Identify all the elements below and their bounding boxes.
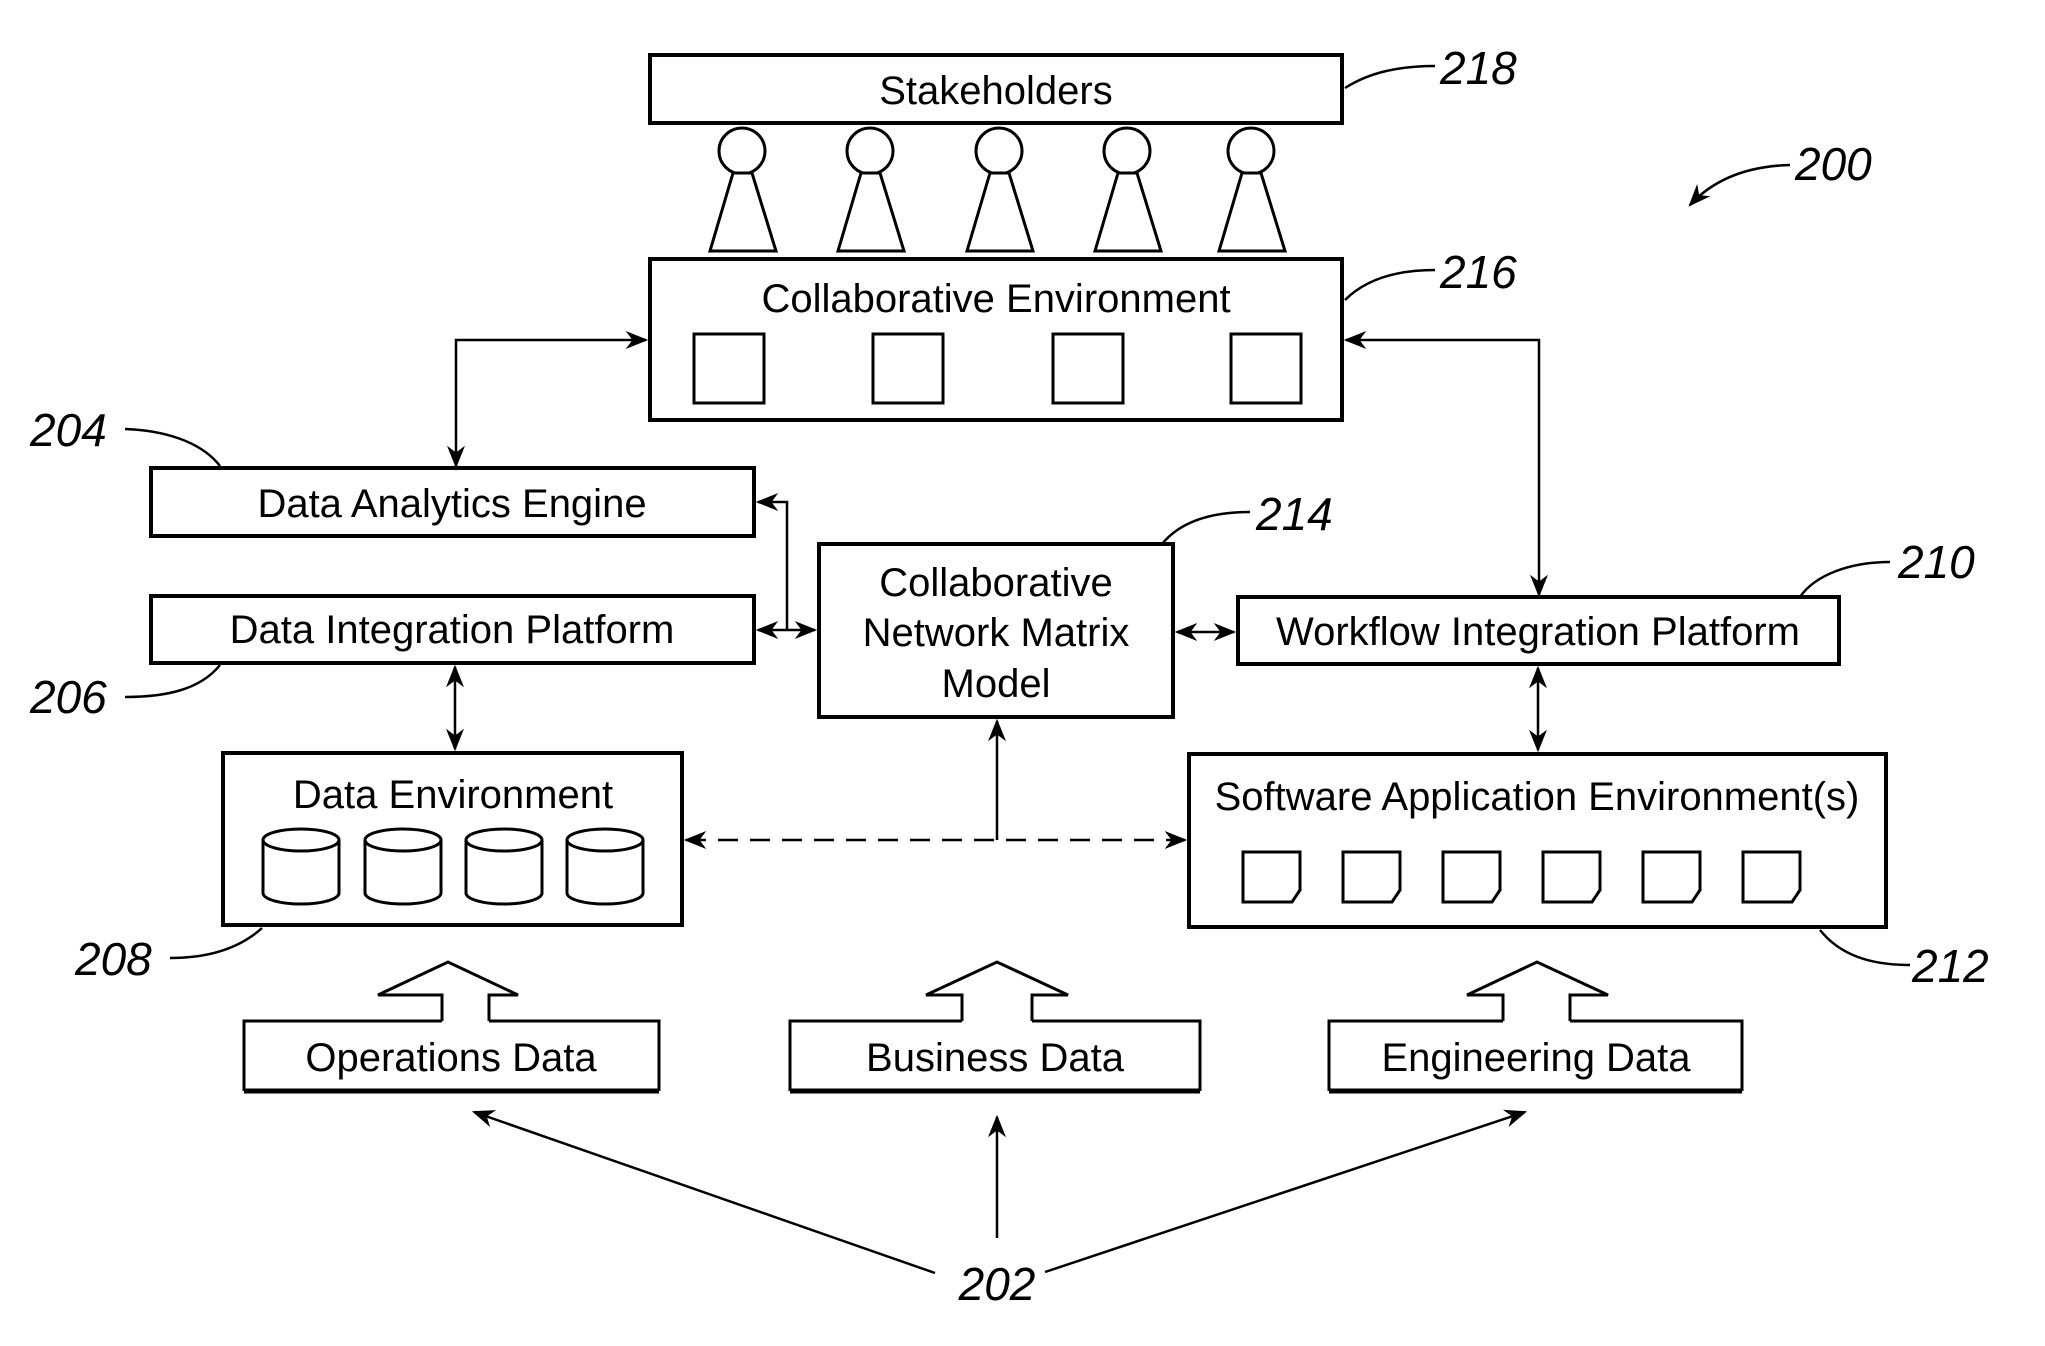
block-arrow-up-icon xyxy=(925,960,1069,1021)
ref-210: 210 xyxy=(1897,536,1975,588)
stakeholder-person-icon xyxy=(1216,126,1288,253)
network-matrix-line-1: Collaborative xyxy=(879,561,1112,605)
workflow-integration-platform-label: Workflow Integration Platform xyxy=(1276,610,1800,654)
data-analytics-engine-label: Data Analytics Engine xyxy=(257,482,646,526)
network-matrix-model-box: Collaborative Network Matrix Model xyxy=(817,542,1175,719)
software-application-environment-label: Software Application Environment(s) xyxy=(1215,775,1860,819)
ref-202: 202 xyxy=(958,1258,1036,1310)
data-environment-label: Data Environment xyxy=(293,773,613,817)
collaborative-environment-label: Collaborative Environment xyxy=(761,277,1230,321)
data-analytics-engine-box: Data Analytics Engine xyxy=(149,466,756,538)
business-data-box: Business Data xyxy=(788,1019,1202,1094)
software-application-environment-box: Software Application Environment(s) xyxy=(1187,752,1888,929)
ref-200: 200 xyxy=(1794,138,1872,190)
leader-200 xyxy=(1688,163,1791,207)
document-icon xyxy=(1441,850,1502,904)
engineering-data-box: Engineering Data xyxy=(1327,1019,1744,1094)
stakeholder-person-icon xyxy=(707,126,779,253)
collaborative-environment-box: Collaborative Environment xyxy=(648,257,1344,422)
stakeholder-person-icon xyxy=(964,126,1036,253)
connector-analytics-matrix xyxy=(755,493,789,630)
ref-216: 216 xyxy=(1439,246,1517,298)
network-matrix-line-3: Model xyxy=(942,662,1051,706)
ref-214: 214 xyxy=(1255,488,1333,540)
database-icon xyxy=(565,827,645,906)
leader-206 xyxy=(124,664,221,699)
leader-208 xyxy=(169,927,263,960)
document-icon xyxy=(1241,850,1302,904)
block-arrow-up-icon xyxy=(377,960,519,1021)
workspace-square-icon xyxy=(692,332,766,405)
operations-data-label: Operations Data xyxy=(305,1036,597,1080)
document-icon xyxy=(1741,850,1802,904)
ref-212: 212 xyxy=(1911,940,1989,992)
workspace-square-icon xyxy=(1051,332,1125,405)
workspace-square-icon xyxy=(1229,332,1303,405)
leader-212 xyxy=(1819,929,1911,967)
leader-218 xyxy=(1344,64,1436,90)
connector-collab-env-workflow xyxy=(1343,331,1548,598)
connector-collab-env-analytics xyxy=(447,331,649,469)
document-icon xyxy=(1541,850,1602,904)
ref-208: 208 xyxy=(74,933,152,985)
block-arrow-up-icon xyxy=(1466,960,1609,1021)
arrow-202-operations xyxy=(471,1110,936,1275)
leader-214 xyxy=(1161,510,1251,545)
workflow-integration-platform-box: Workflow Integration Platform xyxy=(1236,595,1841,666)
leader-216 xyxy=(1344,268,1436,301)
business-data-label: Business Data xyxy=(866,1036,1125,1080)
data-integration-platform-label: Data Integration Platform xyxy=(230,608,675,652)
document-icon xyxy=(1641,850,1702,904)
operations-data-box: Operations Data xyxy=(242,1019,661,1094)
stakeholder-person-icon xyxy=(1092,126,1164,253)
arrow-202-engineering xyxy=(1044,1109,1528,1274)
database-icon xyxy=(464,827,544,906)
leader-210 xyxy=(1798,560,1891,598)
database-icon xyxy=(261,827,341,906)
database-icon xyxy=(363,827,443,906)
system-diagram: Stakeholders 218 200 Collaborative Envir… xyxy=(29,42,1989,1310)
stakeholders-label: Stakeholders xyxy=(879,69,1112,113)
stakeholder-person-icon xyxy=(835,126,907,253)
stakeholder-figures xyxy=(707,126,1288,253)
stakeholders-box: Stakeholders xyxy=(648,53,1344,125)
leader-204 xyxy=(124,427,221,467)
network-matrix-line-2: Network Matrix xyxy=(863,611,1130,655)
data-integration-platform-box: Data Integration Platform xyxy=(149,594,756,665)
ref-204: 204 xyxy=(29,404,107,456)
ref-218: 218 xyxy=(1439,42,1517,94)
document-icon xyxy=(1341,850,1402,904)
engineering-data-label: Engineering Data xyxy=(1381,1036,1691,1080)
data-environment-box: Data Environment xyxy=(221,751,684,927)
ref-206: 206 xyxy=(29,671,107,723)
workspace-square-icon xyxy=(871,332,945,405)
